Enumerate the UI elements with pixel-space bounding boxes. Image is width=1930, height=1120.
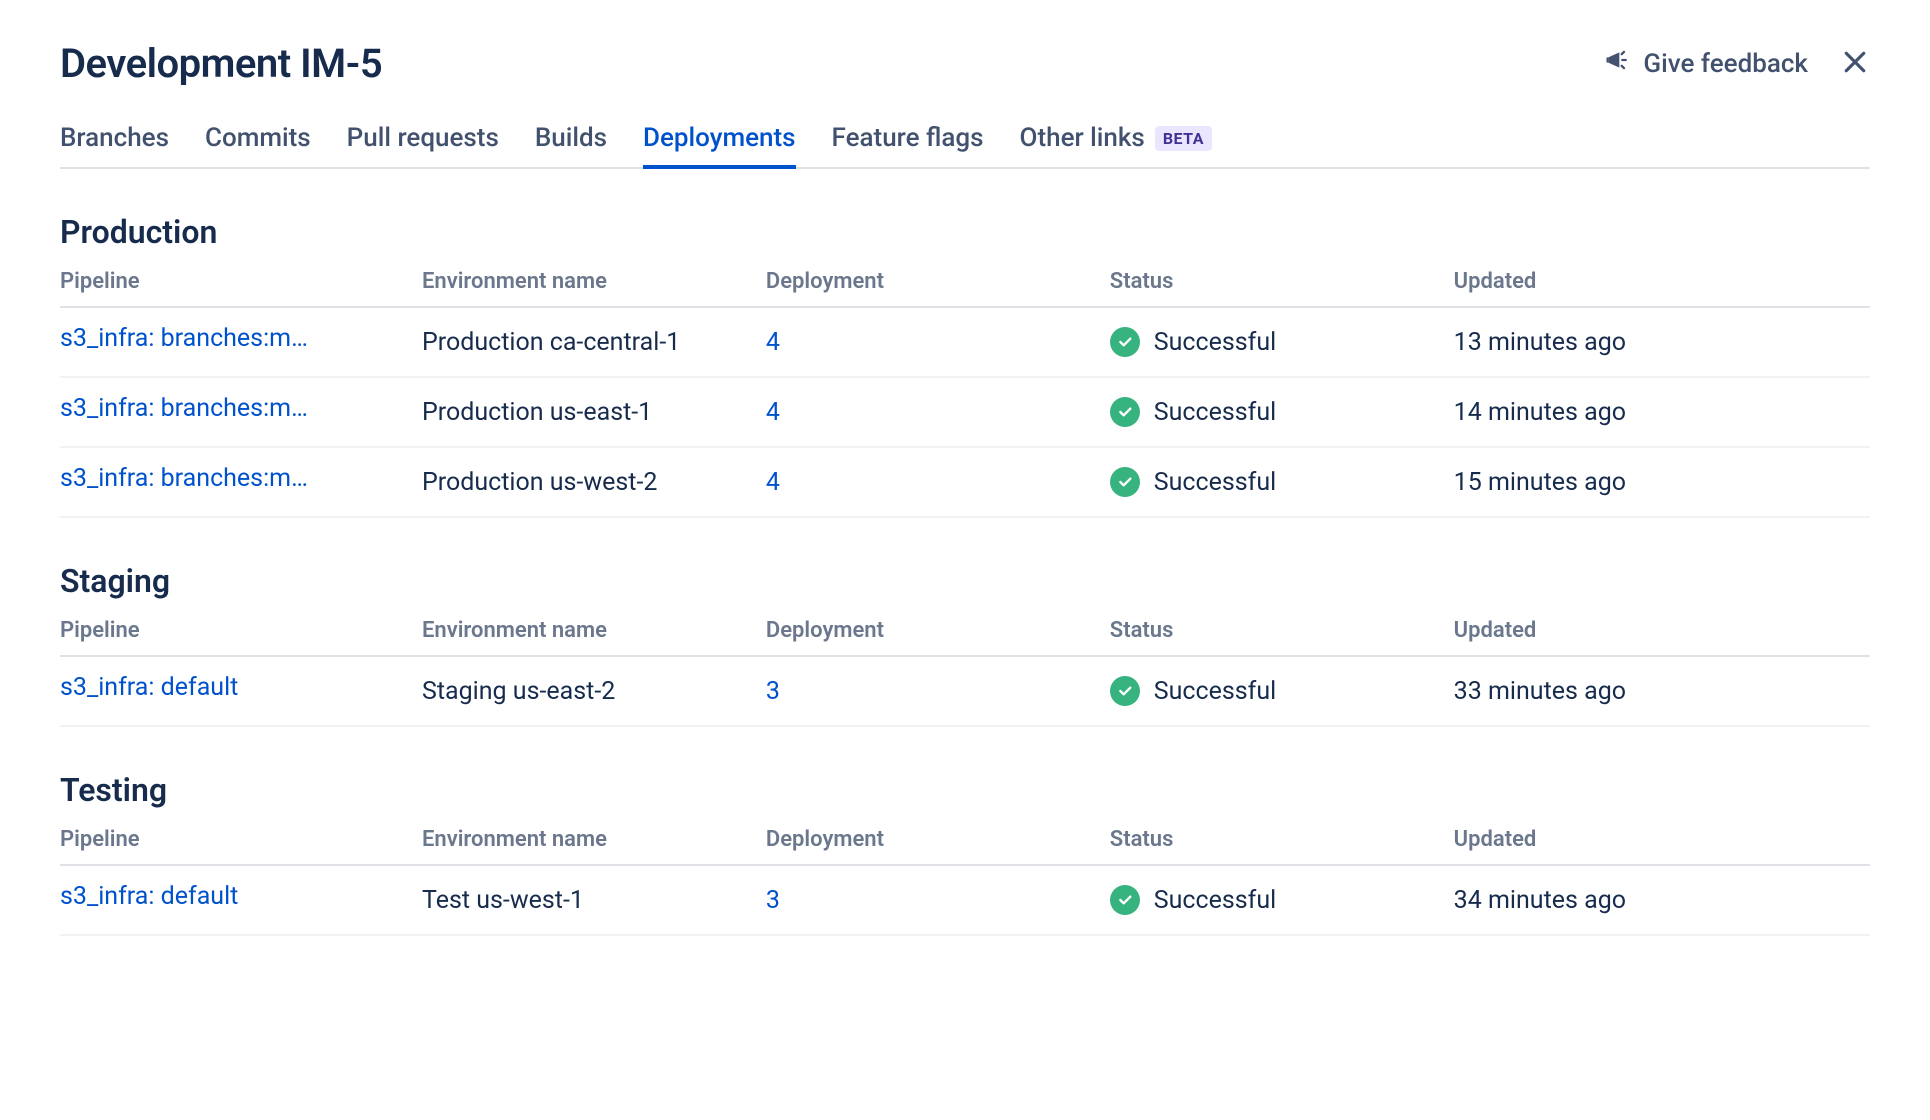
status-text: Successful <box>1154 328 1276 357</box>
close-icon <box>1840 47 1870 81</box>
column-header-pipeline: Pipeline <box>60 259 422 307</box>
column-header-deployment: Deployment <box>766 259 1110 307</box>
table-row: s3_infra: branches:mainl… Production ca-c… <box>60 307 1870 377</box>
tab-label: Feature flags <box>832 123 984 153</box>
deployment-link[interactable]: 4 <box>766 398 780 427</box>
tab-deployments[interactable]: Deployments <box>643 123 796 167</box>
status-cell: Successful <box>1110 885 1454 915</box>
table-row: s3_infra: branches:mainl… Production us-w… <box>60 447 1870 517</box>
tab-pull-requests[interactable]: Pull requests <box>347 123 499 167</box>
success-check-icon <box>1110 885 1140 915</box>
tab-label: Pull requests <box>347 123 499 153</box>
success-check-icon <box>1110 467 1140 497</box>
tab-branches[interactable]: Branches <box>60 123 169 167</box>
status-cell: Successful <box>1110 327 1454 357</box>
updated-time: 14 minutes ago <box>1454 377 1870 447</box>
pipeline-link[interactable]: s3_infra: branches:mainl… <box>60 464 320 493</box>
column-header-environment: Environment name <box>422 817 766 865</box>
updated-time: 33 minutes ago <box>1454 656 1870 726</box>
environment-name: Production ca-central-1 <box>422 307 766 377</box>
column-header-updated: Updated <box>1454 817 1870 865</box>
pipeline-link[interactable]: s3_infra: default <box>60 882 238 911</box>
updated-time: 34 minutes ago <box>1454 865 1870 935</box>
column-header-environment: Environment name <box>422 259 766 307</box>
success-check-icon <box>1110 676 1140 706</box>
status-text: Successful <box>1154 886 1276 915</box>
header-actions: Give feedback <box>1603 46 1870 81</box>
section-title: Testing <box>60 771 1870 809</box>
tab-builds[interactable]: Builds <box>535 123 607 167</box>
tab-label: Branches <box>60 123 169 153</box>
status-text: Successful <box>1154 398 1276 427</box>
column-header-pipeline: Pipeline <box>60 608 422 656</box>
deployment-link[interactable]: 4 <box>766 328 780 357</box>
deployments-table: PipelineEnvironment nameDeploymentStatus… <box>60 608 1870 727</box>
table-row: s3_infra: default Staging us-east-23 Succe… <box>60 656 1870 726</box>
tab-label: Builds <box>535 123 607 153</box>
give-feedback-label: Give feedback <box>1643 49 1808 79</box>
deployments-table: PipelineEnvironment nameDeploymentStatus… <box>60 259 1870 518</box>
success-check-icon <box>1110 397 1140 427</box>
pipeline-link[interactable]: s3_infra: branches:mainl… <box>60 324 320 353</box>
column-header-status: Status <box>1110 817 1454 865</box>
environment-name: Production us-east-1 <box>422 377 766 447</box>
tab-other-links[interactable]: Other links BETA <box>1020 123 1212 167</box>
status-cell: Successful <box>1110 676 1454 706</box>
table-row: s3_infra: default Test us-west-13 Successf… <box>60 865 1870 935</box>
tab-feature-flags[interactable]: Feature flags <box>832 123 984 167</box>
header: Development IM-5 Give feedback <box>60 40 1870 87</box>
column-header-environment: Environment name <box>422 608 766 656</box>
column-header-pipeline: Pipeline <box>60 817 422 865</box>
updated-time: 13 minutes ago <box>1454 307 1870 377</box>
close-button[interactable] <box>1840 47 1870 81</box>
section-title: Staging <box>60 562 1870 600</box>
pipeline-link[interactable]: s3_infra: default <box>60 673 238 702</box>
deployments-table: PipelineEnvironment nameDeploymentStatus… <box>60 817 1870 936</box>
status-text: Successful <box>1154 468 1276 497</box>
table-row: s3_infra: branches:mainl… Production us-e… <box>60 377 1870 447</box>
section-production: Production PipelineEnvironment nameDeploy… <box>60 213 1870 518</box>
pipeline-link[interactable]: s3_infra: branches:mainl… <box>60 394 320 423</box>
megaphone-icon <box>1603 46 1631 81</box>
tab-label: Other links <box>1020 123 1145 153</box>
status-cell: Successful <box>1110 467 1454 497</box>
page-title: Development IM-5 <box>60 40 382 87</box>
give-feedback-button[interactable]: Give feedback <box>1603 46 1808 81</box>
tabs: Branches Commits Pull requests Builds Deploy… <box>60 123 1870 169</box>
beta-badge: BETA <box>1155 126 1212 151</box>
environment-name: Staging us-east-2 <box>422 656 766 726</box>
column-header-deployment: Deployment <box>766 608 1110 656</box>
environment-name: Test us-west-1 <box>422 865 766 935</box>
tab-label: Deployments <box>643 123 796 153</box>
column-header-status: Status <box>1110 259 1454 307</box>
tab-label: Commits <box>205 123 311 153</box>
updated-time: 15 minutes ago <box>1454 447 1870 517</box>
deployment-link[interactable]: 3 <box>766 886 780 915</box>
environment-name: Production us-west-2 <box>422 447 766 517</box>
status-cell: Successful <box>1110 397 1454 427</box>
deployment-link[interactable]: 4 <box>766 468 780 497</box>
section-testing: Testing PipelineEnvironment nameDeploymen… <box>60 771 1870 936</box>
column-header-updated: Updated <box>1454 259 1870 307</box>
section-title: Production <box>60 213 1870 251</box>
column-header-updated: Updated <box>1454 608 1870 656</box>
column-header-deployment: Deployment <box>766 817 1110 865</box>
column-header-status: Status <box>1110 608 1454 656</box>
deployment-link[interactable]: 3 <box>766 677 780 706</box>
tab-commits[interactable]: Commits <box>205 123 311 167</box>
success-check-icon <box>1110 327 1140 357</box>
section-staging: Staging PipelineEnvironment nameDeploymen… <box>60 562 1870 727</box>
status-text: Successful <box>1154 677 1276 706</box>
